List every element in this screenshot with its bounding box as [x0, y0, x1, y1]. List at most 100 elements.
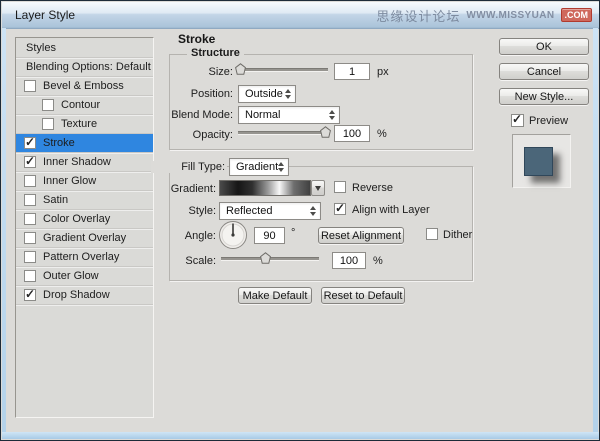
gradient-label: Gradient:	[141, 183, 216, 195]
style-preview-thumbnail	[512, 134, 571, 188]
sidebar-item-satin[interactable]: ✓Satin	[16, 191, 153, 210]
ok-button[interactable]: OK	[499, 38, 589, 55]
scale-unit: %	[373, 255, 383, 267]
sidebar-item-label: Blending Options: Default	[26, 61, 151, 73]
scale-input[interactable]	[332, 252, 366, 269]
styles-list-header: Styles	[16, 38, 153, 58]
scale-slider[interactable]	[221, 252, 319, 264]
sidebar-item-label: Inner Shadow	[43, 156, 111, 168]
angle-unit: °	[291, 227, 295, 239]
opacity-slider[interactable]	[238, 126, 328, 138]
sidebar-item-blending-options-default[interactable]: Blending Options: Default	[16, 58, 153, 77]
size-slider-groove	[238, 68, 328, 72]
sidebar-item-inner-shadow[interactable]: ✓ Inner Shadow	[16, 153, 153, 172]
angle-input[interactable]	[254, 227, 285, 244]
size-slider-thumb[interactable]	[235, 63, 246, 75]
style-enable-checkbox[interactable]: ✓	[24, 251, 36, 263]
cancel-button[interactable]: Cancel	[499, 63, 589, 80]
sidebar-item-texture[interactable]: ✓ Texture	[16, 115, 153, 134]
fill-type-value: Gradient	[236, 161, 278, 173]
style-value: Reflected	[226, 205, 272, 217]
style-enable-checkbox[interactable]: ✓	[24, 137, 36, 149]
align-with-layer-label: Align with Layer	[352, 204, 430, 216]
position-dropdown[interactable]: Outside	[238, 85, 296, 103]
style-enable-checkbox[interactable]: ✓	[24, 289, 36, 301]
sidebar-item-label: Contour	[61, 99, 100, 111]
reverse-label: Reverse	[352, 182, 393, 194]
title-bar[interactable]: Layer Style 思缘设计论坛 WWW.MISSYUAN .COM	[2, 2, 599, 29]
style-enable-checkbox[interactable]: ✓	[42, 99, 54, 111]
window-frame-bottom	[2, 432, 599, 439]
opacity-slider-groove	[238, 131, 328, 135]
sidebar-item-bevel-emboss[interactable]: ✓Bevel & Emboss	[16, 77, 153, 96]
layer-style-dialog: Layer Style 思缘设计论坛 WWW.MISSYUAN .COM Sty…	[0, 0, 600, 441]
check-icon: ✓	[25, 135, 35, 149]
sidebar-item-inner-glow[interactable]: ✓Inner Glow	[16, 172, 153, 191]
style-enable-checkbox[interactable]: ✓	[42, 118, 54, 130]
sidebar-item-contour[interactable]: ✓ Contour	[16, 96, 153, 115]
make-default-button[interactable]: Make Default	[238, 287, 312, 304]
opacity-label: Opacity:	[151, 129, 233, 141]
style-label: Style:	[141, 205, 216, 217]
sidebar-item-drop-shadow[interactable]: ✓Drop Shadow	[16, 286, 153, 305]
style-enable-checkbox[interactable]: ✓	[24, 270, 36, 282]
style-enable-checkbox[interactable]: ✓	[24, 80, 36, 92]
reverse-checkbox[interactable]: ✓	[334, 181, 346, 193]
sidebar-item-stroke[interactable]: ✓Stroke	[16, 134, 153, 153]
scale-slider-thumb[interactable]	[260, 252, 271, 264]
stepper-icon	[278, 162, 284, 172]
fill-type-label: Fill Type:	[151, 161, 227, 173]
preview-swatch	[524, 147, 553, 176]
gradient-picker-button[interactable]	[311, 180, 325, 196]
structure-legend: Structure	[187, 47, 244, 59]
sidebar-item-color-overlay[interactable]: ✓ Color Overlay	[16, 210, 153, 229]
opacity-slider-thumb[interactable]	[320, 126, 331, 138]
style-enable-checkbox[interactable]: ✓	[24, 175, 36, 187]
new-style-button[interactable]: New Style...	[499, 88, 589, 105]
preview-label: Preview	[529, 115, 568, 127]
scale-label: Scale:	[141, 255, 216, 267]
reset-to-default-button[interactable]: Reset to Default	[321, 287, 405, 304]
sidebar-item-pattern-overlay[interactable]: ✓Pattern Overlay	[16, 248, 153, 267]
chevron-down-icon	[315, 186, 321, 191]
style-dropdown[interactable]: Reflected	[219, 202, 321, 220]
position-label: Position:	[151, 88, 233, 100]
watermark-chinese-text: 思缘设计论坛	[376, 6, 460, 25]
stepper-icon	[285, 89, 291, 99]
fill-type-dropdown[interactable]: Gradient	[229, 158, 289, 176]
stepper-icon	[329, 110, 335, 120]
style-enable-checkbox[interactable]: ✓	[24, 213, 36, 225]
position-value: Outside	[245, 88, 283, 100]
size-input[interactable]	[334, 63, 370, 80]
reset-alignment-button[interactable]: Reset Alignment	[318, 227, 404, 244]
sidebar-item-gradient-overlay[interactable]: ✓ Gradient Overlay	[16, 229, 153, 248]
sidebar-item-outer-glow[interactable]: ✓ Outer Glow	[16, 267, 153, 286]
window-title: Layer Style	[15, 8, 75, 22]
dither-checkbox[interactable]: ✓	[426, 228, 438, 240]
preview-checkbox[interactable]: ✓	[511, 114, 524, 127]
angle-dial[interactable]	[218, 220, 248, 250]
section-title: Stroke	[178, 32, 215, 46]
check-icon: ✓	[25, 287, 35, 301]
sidebar-item-label: Texture	[61, 118, 97, 130]
sidebar-item-label: Gradient Overlay	[43, 232, 126, 244]
check-icon: ✓	[25, 154, 35, 168]
watermark-badge: .COM	[561, 8, 593, 22]
opacity-input[interactable]	[334, 125, 370, 142]
align-with-layer-checkbox[interactable]: ✓	[334, 203, 346, 215]
blend-mode-label: Blend Mode:	[151, 109, 233, 121]
blend-mode-value: Normal	[245, 109, 280, 121]
window-frame-right	[593, 28, 598, 434]
sidebar-item-label: Outer Glow	[43, 270, 99, 282]
check-icon: ✓	[335, 201, 345, 215]
sidebar-item-label: Color Overlay	[43, 213, 110, 225]
style-enable-checkbox[interactable]: ✓	[24, 156, 36, 168]
gradient-preview[interactable]	[219, 180, 311, 196]
window-frame-left	[2, 28, 6, 434]
blend-mode-dropdown[interactable]: Normal	[238, 106, 340, 124]
style-enable-checkbox[interactable]: ✓	[24, 194, 36, 206]
style-enable-checkbox[interactable]: ✓	[24, 232, 36, 244]
size-slider[interactable]	[238, 63, 328, 75]
check-icon: ✓	[512, 112, 522, 126]
opacity-unit: %	[377, 128, 387, 140]
